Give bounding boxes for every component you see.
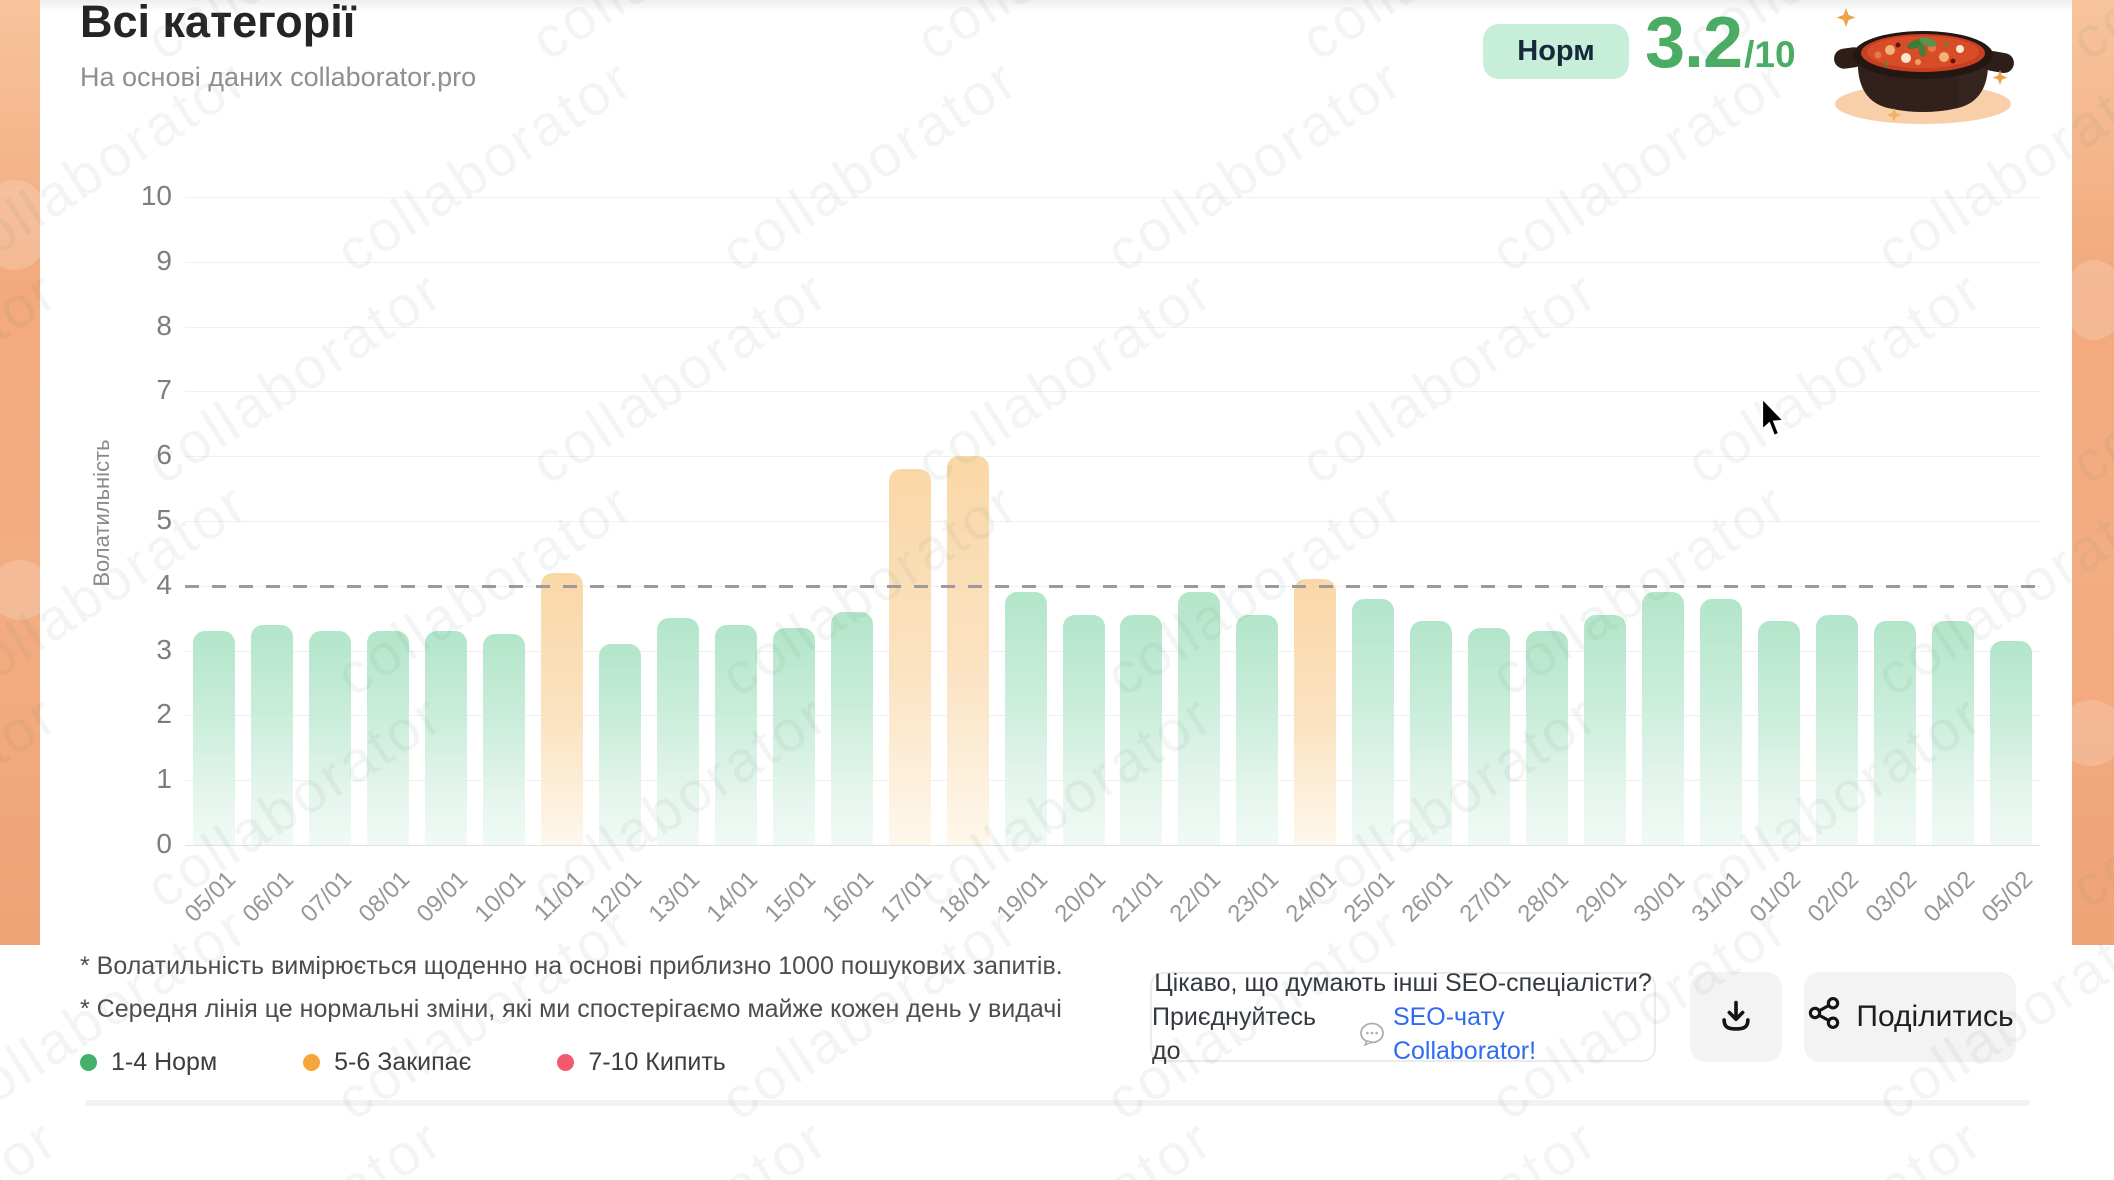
seo-chat-cta: Цікаво, що думають інші SEO-спеціалісти?… [1150, 972, 1656, 1062]
bar-27/01[interactable] [1468, 628, 1510, 845]
bar-16/01[interactable] [831, 612, 873, 845]
bar-06/01[interactable] [251, 625, 293, 845]
legend-item-boiling: 7-10 Кипить [557, 1048, 726, 1077]
bar-07/01[interactable] [309, 631, 351, 845]
legend-item-norm: 1-4 Норм [80, 1048, 217, 1077]
y-axis-tick-label: 0 [112, 828, 172, 860]
bar-15/01[interactable] [773, 628, 815, 845]
bar-13/01[interactable] [657, 618, 699, 845]
bar-12/01[interactable] [599, 644, 641, 845]
y-axis-tick-label: 7 [112, 374, 172, 406]
footnote-volatility: * Волатильність вимірюється щоденно на о… [80, 952, 1063, 981]
bar-08/01[interactable] [367, 631, 409, 845]
bar-03/02[interactable] [1874, 621, 1916, 845]
bar-19/01[interactable] [1005, 592, 1047, 845]
y-axis-tick-label: 2 [112, 698, 172, 730]
download-button[interactable] [1690, 972, 1782, 1062]
gridline [185, 456, 2040, 457]
bar-23/01[interactable] [1236, 615, 1278, 845]
cta-line2-prefix: Приєднуйтесь до [1152, 1000, 1351, 1068]
y-axis-tick-label: 10 [112, 180, 172, 212]
seo-chat-link[interactable]: SEO-чату Collaborator! [1393, 1000, 1654, 1068]
y-axis-tick-label: 3 [112, 634, 172, 666]
green-dot-icon [80, 1054, 97, 1071]
y-axis-tick-label: 1 [112, 763, 172, 795]
bar-31/01[interactable] [1700, 599, 1742, 845]
share-button[interactable]: Поділитись [1804, 972, 2016, 1062]
legend-label: 7-10 Кипить [588, 1048, 726, 1077]
orange-dot-icon [303, 1054, 320, 1071]
gridline [185, 521, 2040, 522]
bar-05/01[interactable] [193, 631, 235, 845]
volatility-widget: Всі категорії На основі даних collaborat… [0, 0, 2114, 1180]
y-axis-tick-label: 5 [112, 504, 172, 536]
y-axis-title: Волатильність [89, 403, 115, 623]
red-dot-icon [557, 1054, 574, 1071]
gridline [185, 327, 2040, 328]
bar-01/02[interactable] [1758, 621, 1800, 845]
bar-26/01[interactable] [1410, 621, 1452, 845]
bar-17/01[interactable] [889, 469, 931, 845]
speech-bubble-icon [1359, 1017, 1385, 1051]
y-axis-tick-label: 4 [112, 569, 172, 601]
gridline [185, 262, 2040, 263]
bar-22/01[interactable] [1178, 592, 1220, 845]
bar-18/01[interactable] [947, 456, 989, 845]
y-axis-tick-label: 9 [112, 245, 172, 277]
bar-21/01[interactable] [1120, 615, 1162, 845]
footnote-average-line: * Середня лінія це нормальні зміни, які … [80, 995, 1062, 1024]
gridline [185, 845, 2040, 846]
gridline [185, 391, 2040, 392]
legend-label: 5-6 Закипає [334, 1048, 471, 1077]
cta-line1: Цікаво, що думають інші SEO-спеціалісти? [1154, 966, 1652, 1000]
bar-30/01[interactable] [1642, 592, 1684, 845]
bar-05/02[interactable] [1990, 641, 2032, 845]
bar-14/01[interactable] [715, 625, 757, 845]
y-axis-tick-label: 8 [112, 310, 172, 342]
legend-label: 1-4 Норм [111, 1048, 217, 1077]
bar-24/01[interactable] [1294, 579, 1336, 845]
bar-02/02[interactable] [1816, 615, 1858, 845]
share-nodes-icon [1806, 995, 1842, 1039]
mouse-cursor [1760, 398, 1794, 447]
bar-09/01[interactable] [425, 631, 467, 845]
bar-25/01[interactable] [1352, 599, 1394, 845]
chart-legend: 1-4 Норм 5-6 Закипає 7-10 Кипить [80, 1048, 726, 1077]
bar-20/01[interactable] [1063, 615, 1105, 845]
legend-item-boiling-up: 5-6 Закипає [303, 1048, 471, 1077]
bar-10/01[interactable] [483, 634, 525, 845]
bar-11/01[interactable] [541, 573, 583, 845]
threshold-dashed-line [185, 585, 2040, 588]
y-axis-tick-label: 6 [112, 439, 172, 471]
download-icon [1717, 997, 1755, 1038]
bar-29/01[interactable] [1584, 615, 1626, 845]
share-button-label: Поділитись [1856, 1000, 2013, 1034]
bottom-divider [85, 1100, 2030, 1106]
bar-28/01[interactable] [1526, 631, 1568, 845]
gridline [185, 197, 2040, 198]
bar-04/02[interactable] [1932, 621, 1974, 845]
